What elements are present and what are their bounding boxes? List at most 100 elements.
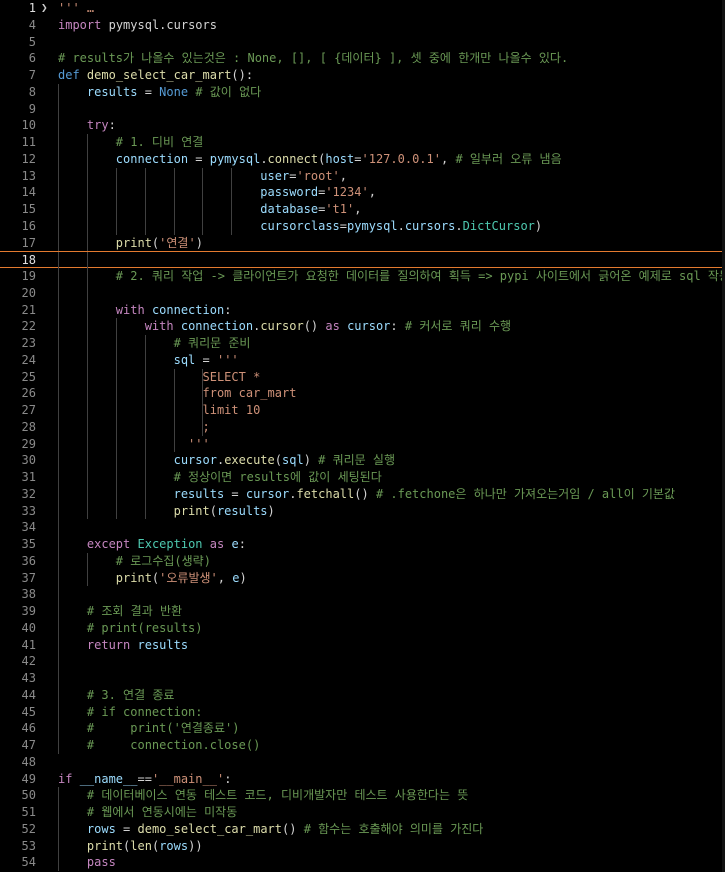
- code-token: '연결': [159, 235, 196, 250]
- code-line[interactable]: 44 # 3. 연결 종료: [0, 686, 725, 704]
- code-text: cursor.execute(sql) # 쿼리문 실행: [58, 452, 395, 469]
- code-text: results = cursor.fetchall() # .fetchone은…: [58, 486, 675, 503]
- code-token: e: [231, 537, 239, 551]
- code-line[interactable]: 21 with connection:: [0, 301, 725, 319]
- code-token: user: [260, 168, 290, 183]
- code-line[interactable]: 54 pass: [0, 854, 725, 871]
- code-token: (: [209, 503, 217, 518]
- code-line[interactable]: 8 results = None # 값이 없다: [0, 83, 725, 101]
- code-line[interactable]: 25 SELECT *: [0, 368, 725, 386]
- code-token: ): [267, 503, 275, 518]
- code-line[interactable]: 53 print(len(rows)): [0, 837, 725, 855]
- line-number: 30: [21, 453, 36, 468]
- code-line[interactable]: 31 # 정상이면 results에 값이 세팅된다: [0, 469, 725, 486]
- code-token: ,: [339, 168, 348, 183]
- code-text: print('오류발생', e): [58, 570, 247, 587]
- line-number: 26: [21, 386, 36, 401]
- code-token: ,: [217, 570, 233, 585]
- code-line[interactable]: 14 password='1234',: [0, 184, 725, 201]
- code-line[interactable]: 12 connection = pymysql.connect(host='12…: [0, 150, 725, 168]
- code-line[interactable]: 29 ''': [0, 435, 725, 453]
- code-line[interactable]: 30 cursor.execute(sql) # 쿼리문 실행: [0, 452, 725, 469]
- code-token: with: [144, 319, 174, 334]
- code-token: limit 10: [202, 403, 261, 417]
- code-token: ): [303, 453, 319, 468]
- code-line[interactable]: 45 # if connection:: [0, 703, 725, 721]
- code-line[interactable]: 4 import pymysql.cursors: [0, 17, 725, 34]
- code-token: pymysql.cursors: [108, 17, 217, 32]
- code-line[interactable]: 9: [0, 100, 725, 118]
- code-token: ''': [216, 352, 239, 367]
- code-line[interactable]: 49 if __name__=='__main__':: [0, 771, 725, 788]
- code-line[interactable]: 34: [0, 519, 725, 536]
- line-number: 12: [21, 151, 36, 166]
- code-line[interactable]: 11 # 1. 디비 연결: [0, 134, 725, 151]
- code-line[interactable]: 28 ;: [0, 418, 725, 436]
- line-number: 41: [21, 637, 36, 652]
- code-line[interactable]: 51 # 웹에서 연동시에는 미작동: [0, 804, 725, 821]
- code-line[interactable]: 50 # 데이터베이스 연동 테스트 코드, 디비개발자만 테스트 사용한다는 …: [0, 787, 725, 804]
- code-line[interactable]: 36 # 로그수집(생략): [0, 552, 725, 570]
- code-token: :: [224, 771, 232, 786]
- code-line[interactable]: 33 print(results): [0, 502, 725, 520]
- code-line[interactable]: 10 try:: [0, 117, 725, 134]
- code-token: # results가 나올수 있는것은 : None, [], [ {데이터} …: [58, 51, 569, 66]
- code-line[interactable]: 35 except Exception as e:: [0, 536, 725, 553]
- line-number: 24: [21, 352, 36, 367]
- code-token: execute: [224, 453, 275, 468]
- code-line[interactable]: 13 user='root',: [0, 167, 725, 185]
- code-token: __name__: [79, 771, 138, 786]
- chevron-right-icon[interactable]: ❯: [41, 0, 48, 17]
- code-token: # 데이터베이스 연동 테스트 코드, 디비개발자만 테스트 사용한다는 뜻: [86, 788, 469, 803]
- code-line[interactable]: 6 # results가 나올수 있는것은 : None, [], [ {데이터}…: [0, 50, 725, 67]
- line-number: 42: [21, 654, 36, 669]
- code-line[interactable]: 46 # print('연결종료'): [0, 720, 725, 737]
- code-token: =: [188, 151, 210, 166]
- code-line[interactable]: 15 database='t1',: [0, 201, 725, 218]
- code-line[interactable]: 22 with connection.cursor() as cursor: #…: [0, 318, 725, 335]
- line-number: 13: [21, 168, 36, 183]
- code-token: as: [325, 319, 340, 334]
- code-line[interactable]: 26 from car_mart: [0, 385, 725, 402]
- code-line[interactable]: 40 # print(results): [0, 619, 725, 637]
- code-line[interactable]: 32 results = cursor.fetchall() # .fetcho…: [0, 485, 725, 503]
- code-line[interactable]: 43: [0, 670, 725, 687]
- code-token: # 1. 디비 연결: [115, 135, 204, 149]
- code-line[interactable]: 48: [0, 754, 725, 771]
- code-line[interactable]: 5: [0, 34, 725, 51]
- line-number: 8: [28, 84, 36, 99]
- code-line[interactable]: 24 sql = ''': [0, 351, 725, 369]
- code-line[interactable]: 17 print('연결'): [0, 234, 725, 252]
- code-token: connection: [151, 302, 225, 317]
- code-line[interactable]: 23 # 쿼리문 준비: [0, 335, 725, 352]
- code-line[interactable]: 27 limit 10: [0, 402, 725, 419]
- code-line[interactable]: 1 ❯ ''' …: [0, 0, 725, 17]
- code-line[interactable]: 52 rows = demo_select_car_mart() # 함수는 호…: [0, 820, 725, 838]
- code-token: =: [195, 352, 217, 367]
- code-line[interactable]: 19 # 2. 쿼리 작업 -> 클라이언트가 요청한 데이터를 질의하여 획득…: [0, 268, 725, 285]
- code-line[interactable]: 41 return results: [0, 636, 725, 654]
- code-line[interactable]: 37 print('오류발생', e): [0, 569, 725, 587]
- code-line[interactable]: 38: [0, 586, 725, 603]
- code-line[interactable]: 47 # connection.close(): [0, 737, 725, 754]
- code-token: host: [325, 151, 355, 166]
- line-number: 28: [21, 419, 36, 434]
- code-line[interactable]: 18: [0, 251, 725, 269]
- code-line[interactable]: 16 cursorclass=pymysql.cursors.DictCurso…: [0, 217, 725, 235]
- line-number: 36: [21, 553, 36, 568]
- code-token: )): [188, 838, 203, 853]
- code-line[interactable]: 20: [0, 284, 725, 302]
- code-editor[interactable]: 1 ❯ ''' … 4 import pymysql.cursors 5 6 # result…: [0, 0, 725, 872]
- code-line[interactable]: 39 # 조회 결과 반환: [0, 603, 725, 620]
- code-token: # 쿼리문 준비: [173, 336, 251, 350]
- code-text: results = None # 값이 없다: [58, 84, 261, 101]
- code-line[interactable]: 42: [0, 653, 725, 670]
- code-line[interactable]: 7 def demo_select_car_mart():: [0, 67, 725, 84]
- line-number: 46: [21, 721, 36, 736]
- code-text: # 정상이면 results에 값이 세팅된다: [58, 469, 382, 486]
- code-token: :: [108, 118, 116, 133]
